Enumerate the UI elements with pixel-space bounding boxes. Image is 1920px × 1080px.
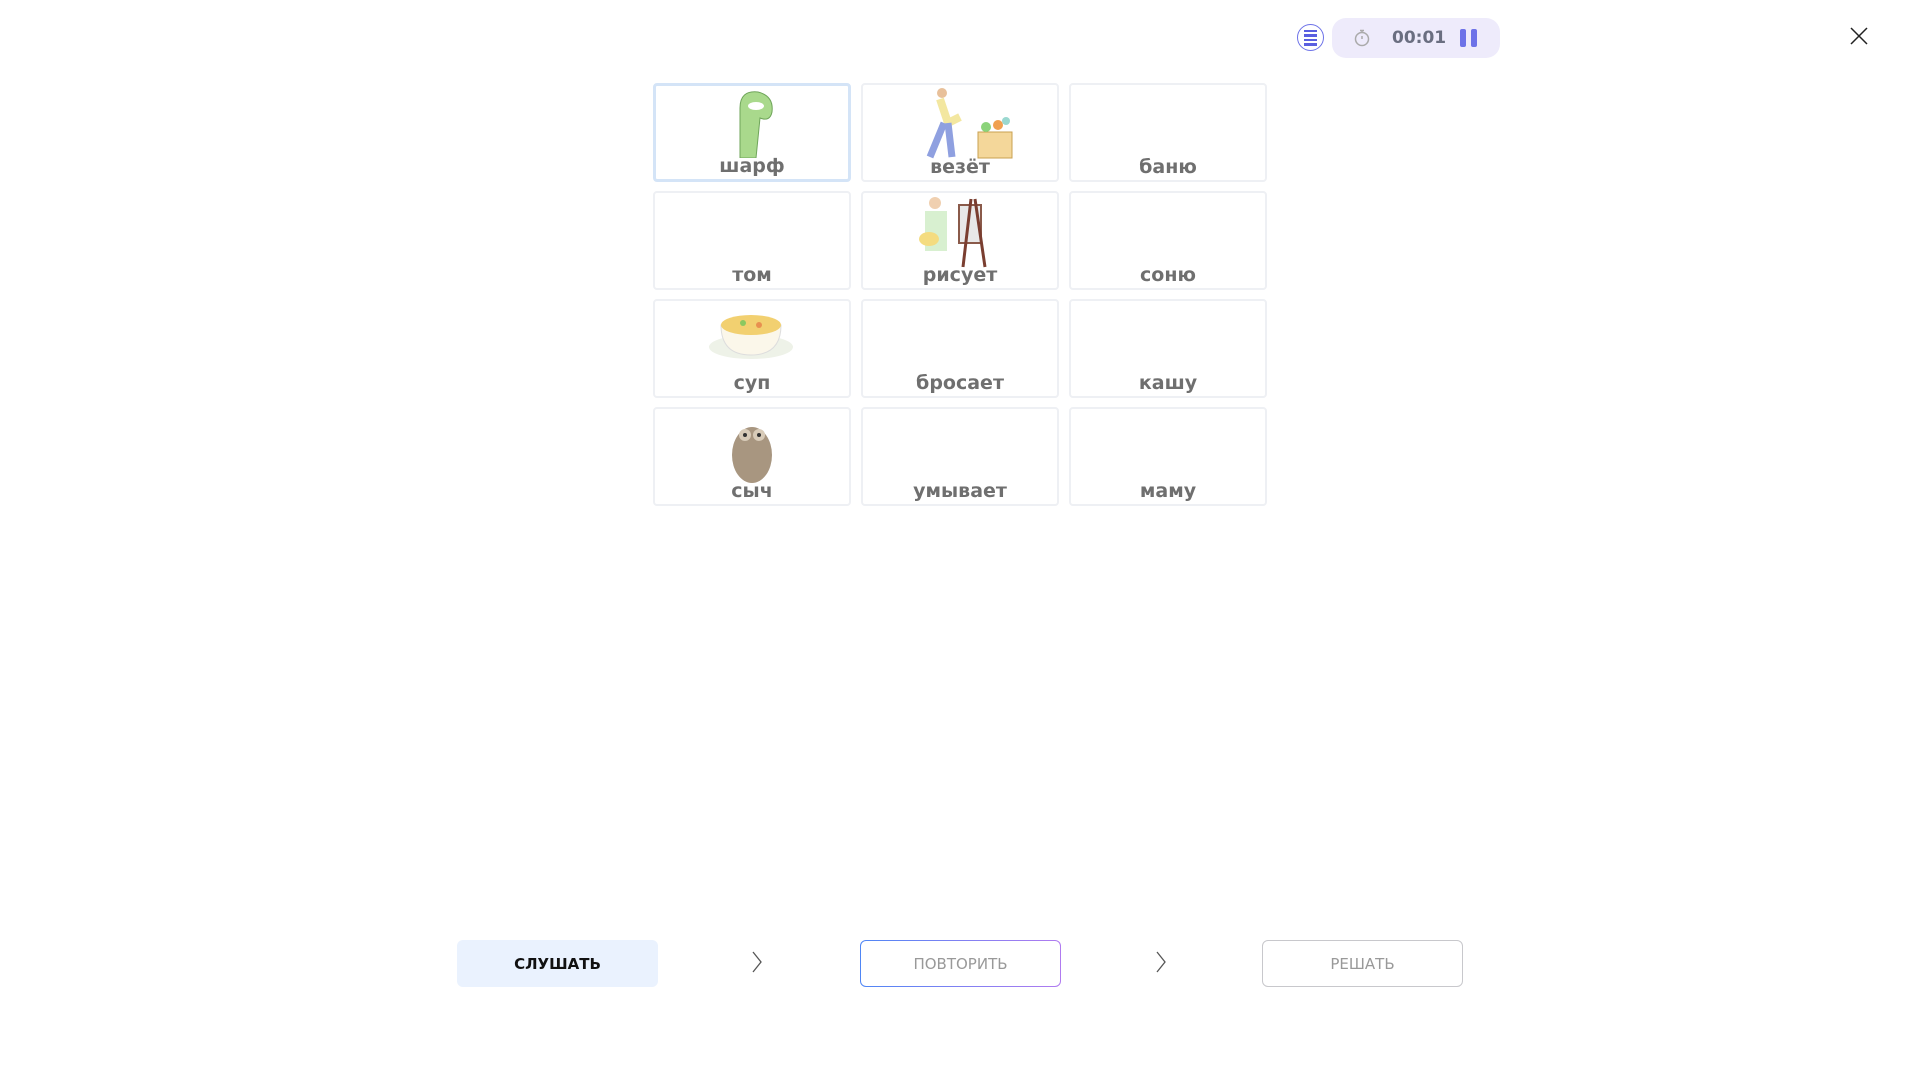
word-card[interactable]: умывает [861,407,1059,506]
word-card[interactable]: рисует [861,191,1059,290]
timer-bar: 00:01 [1332,18,1500,58]
word-card[interactable]: баню [1069,83,1267,182]
repeat-button[interactable]: ПОВТОРИТЬ [860,940,1061,987]
chevron-right-icon [1156,951,1166,973]
man-pushing-cart-image [926,88,1013,159]
word-label: везёт [930,156,990,178]
word-label: сыч [731,480,773,502]
word-label: суп [733,372,771,394]
word-label: бросает [916,372,1004,394]
word-card[interactable]: суп [653,299,851,398]
pause-button[interactable] [1460,29,1477,47]
word-card[interactable]: том [653,191,851,290]
solve-button[interactable]: РЕШАТЬ [1262,940,1463,987]
word-label: кашу [1138,372,1198,394]
word-label: рисует [922,264,998,286]
word-card[interactable]: соню [1069,191,1267,290]
listen-button[interactable]: СЛУШАТЬ [457,940,658,987]
painter-easel-image [919,197,987,268]
soup-bowl-image [709,315,793,359]
timer-value: 00:01 [1392,28,1447,48]
scarf-image [739,91,773,158]
word-card[interactable]: маму [1069,407,1267,506]
chevron-right-icon [752,951,762,973]
word-card[interactable]: кашу [1069,299,1267,398]
word-label: умывает [913,480,1007,502]
word-label: маму [1139,480,1197,502]
word-card[interactable]: бросает [861,299,1059,398]
word-card[interactable]: сыч [653,407,851,506]
word-card[interactable]: везёт [861,83,1059,182]
word-label: баню [1139,156,1197,178]
word-label: том [732,264,772,286]
close-icon[interactable] [1850,27,1868,45]
word-label: шарф [719,155,785,177]
stopwatch-icon [1354,29,1370,47]
word-card[interactable]: шарф [653,83,851,182]
menu-icon[interactable] [1297,24,1324,51]
owl-image [732,427,772,483]
word-label: соню [1140,264,1196,286]
